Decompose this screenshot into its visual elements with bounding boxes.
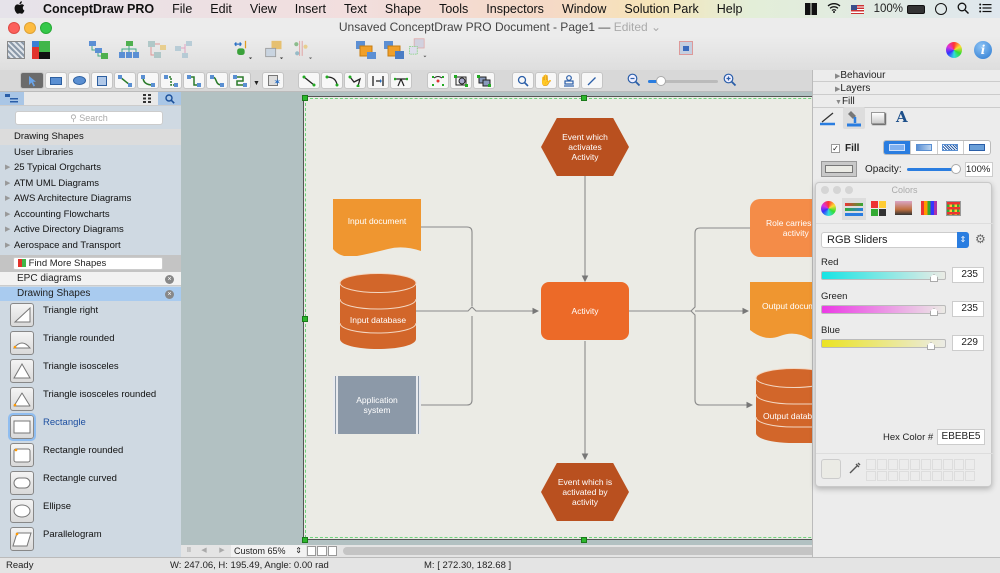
gear-icon[interactable]: ⚙ [975, 232, 986, 246]
input-database-label: Input database [349, 315, 407, 325]
event-bottom-shape[interactable]: Event which is activated by activity [541, 463, 629, 521]
blue-slider[interactable] [821, 339, 946, 350]
prev-page-button[interactable]: ◀ [197, 546, 211, 556]
input-document-shape[interactable]: Input document [333, 199, 421, 256]
section-layers[interactable]: ▶Layers [813, 83, 1000, 95]
eyedropper-icon[interactable] [848, 461, 862, 478]
zoom-select[interactable]: Custom 65% ⇕ [231, 545, 306, 557]
blue-label: Blue [821, 325, 841, 336]
hex-color-input[interactable]: EBEBE5 [937, 429, 985, 445]
output-database-label: Output database [763, 411, 818, 421]
activity-shape[interactable]: Activity [541, 282, 629, 340]
green-slider[interactable] [821, 305, 946, 316]
shadow-tab-icon[interactable] [871, 112, 885, 124]
section-behaviour[interactable]: ▶Behaviour [813, 70, 1000, 82]
green-value-input[interactable]: 235 [952, 301, 984, 317]
selection-handle[interactable] [302, 316, 308, 322]
red-slider[interactable] [821, 271, 946, 282]
connector-app-system [421, 316, 473, 406]
fill-label: Fill [845, 143, 860, 154]
application-system-shape[interactable]: Application system [333, 376, 421, 434]
color-wheel-tab[interactable] [821, 201, 836, 216]
gradient-fill-option[interactable] [909, 141, 937, 154]
page-view-buttons[interactable] [307, 546, 337, 556]
status-ready: Ready [6, 560, 34, 571]
swatches-grid-tab[interactable] [946, 201, 961, 216]
green-slider-knob[interactable] [930, 308, 938, 316]
opacity-slider-knob[interactable] [951, 164, 961, 174]
color-mode-select[interactable]: RGB Sliders ⇕ [821, 232, 969, 248]
pause-button[interactable]: II [183, 546, 195, 556]
fill-type-segmented[interactable] [883, 140, 991, 155]
pattern-fill-option[interactable] [936, 141, 964, 154]
stepper-icon: ⇕ [295, 546, 302, 555]
green-label: Green [821, 291, 848, 302]
output-database-shape[interactable] [755, 368, 815, 443]
selection-handle[interactable] [581, 537, 587, 543]
connector-input-database [416, 306, 540, 315]
section-fill[interactable]: ▼Fill [813, 96, 1000, 108]
solid-fill-option[interactable] [884, 141, 910, 154]
crayons-tab[interactable] [921, 201, 937, 215]
text-tab-icon[interactable]: A [896, 108, 908, 126]
fill-tab-icon[interactable] [843, 107, 865, 129]
output-document-shape[interactable]: Output document [750, 282, 820, 339]
red-label: Red [821, 257, 839, 268]
fill-checkbox[interactable]: ✓ [831, 144, 840, 153]
image-fill-option[interactable] [963, 141, 990, 154]
colors-title: Colors [891, 185, 918, 195]
hex-color-label: Hex Color # [883, 432, 934, 443]
current-color-swatch[interactable] [821, 459, 841, 479]
connector-to-role [690, 227, 754, 409]
selection-handle[interactable] [581, 95, 587, 101]
blue-slider-knob[interactable] [927, 342, 935, 350]
status-bar: Ready W: 247.06, H: 195.49, Angle: 0.00 … [0, 557, 1000, 573]
status-dimensions: W: 247.06, H: 195.49, Angle: 0.00 rad [170, 560, 329, 571]
color-palettes-tab[interactable] [871, 201, 886, 216]
input-database-shape[interactable] [339, 273, 417, 349]
opacity-input[interactable]: 100% [965, 162, 993, 177]
event-top-shape[interactable]: Event which activates Activity [541, 118, 629, 176]
red-slider-knob[interactable] [930, 274, 938, 282]
select-stepper-icon: ⇕ [957, 232, 969, 248]
selection-handle[interactable] [302, 537, 308, 543]
image-palettes-tab[interactable] [895, 201, 912, 215]
favorite-swatches[interactable] [866, 459, 975, 481]
fill-color-well[interactable] [821, 161, 857, 177]
status-mouse-position: M: [ 272.30, 182.68 ] [424, 560, 512, 571]
selection-handle[interactable] [302, 95, 308, 101]
opacity-label: Opacity: [865, 164, 902, 175]
colors-panel: Colors RGB Sliders ⇕ ⚙ Red 235 Green 235… [815, 182, 993, 487]
line-tab-icon[interactable] [819, 110, 837, 126]
connector-input-document [421, 226, 473, 306]
blue-value-input[interactable]: 229 [952, 335, 984, 351]
next-page-button[interactable]: ▶ [215, 546, 229, 556]
red-value-input[interactable]: 235 [952, 267, 984, 283]
color-sliders-tab[interactable] [842, 198, 866, 220]
opacity-slider[interactable] [907, 164, 961, 174]
